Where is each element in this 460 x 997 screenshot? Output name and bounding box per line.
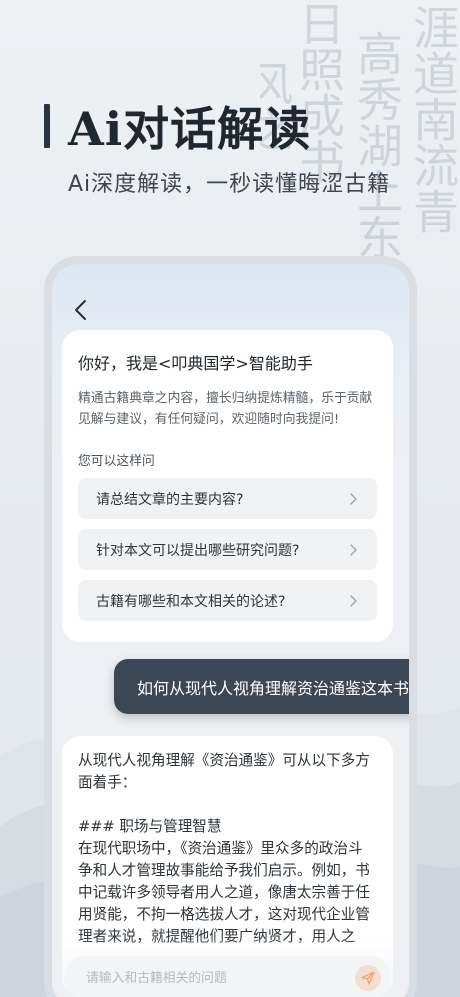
suggestion-summary[interactable]: 请总结文章的主要内容?: [78, 478, 377, 519]
user-message-text: 如何从现代人视角理解资治通鉴这本书: [136, 678, 409, 698]
send-button[interactable]: [355, 965, 381, 991]
chevron-right-icon: [349, 543, 361, 556]
user-message-bubble: 如何从现代人视角理解资治通鉴这本书: [114, 659, 409, 714]
message-input[interactable]: [86, 970, 355, 986]
phone-mockup: 你好，我是<叩典国学>智能助手 精通古籍典章之内容，擅长归纳提炼精髓，乐于贡献见…: [44, 256, 417, 997]
suggestion-label: 针对本文可以提出哪些研究问题?: [96, 542, 300, 559]
hero-title-text: Ai对话解读: [68, 102, 312, 156]
chevron-left-icon: [75, 300, 86, 320]
message-input-bar: [64, 956, 391, 997]
hero-subtitle: Ai深度解读，一秒读懂晦涩古籍: [68, 172, 391, 197]
suggestion-label: 古籍有哪些和本文相关的论述?: [96, 593, 286, 610]
title-accent-bar: [44, 104, 50, 148]
send-icon: [361, 971, 375, 985]
hero-title: Ai对话解读: [44, 96, 311, 156]
chevron-right-icon: [349, 492, 361, 505]
suggestion-label: 请总结文章的主要内容?: [96, 491, 244, 508]
assistant-answer-text: 从现代人视角理解《资治通鉴》可从以下多方面着手： ### 职场与管理智慧 在现代…: [78, 752, 370, 945]
suggestion-research-questions[interactable]: 针对本文可以提出哪些研究问题?: [78, 529, 377, 570]
chevron-right-icon: [349, 594, 361, 607]
assistant-greeting: 你好，我是<叩典国学>智能助手: [78, 354, 313, 373]
assistant-intro: 精通古籍典章之内容，擅长归纳提炼精髓，乐于贡献见解与建议，有任何疑问，欢迎随时向…: [78, 391, 373, 427]
assistant-welcome-card: 你好，我是<叩典国学>智能助手 精通古籍典章之内容，擅长归纳提炼精髓，乐于贡献见…: [62, 330, 393, 642]
suggestion-related-texts[interactable]: 古籍有哪些和本文相关的论述?: [78, 580, 377, 621]
back-button[interactable]: [68, 296, 92, 324]
suggestions-hint: 您可以这样问: [78, 454, 155, 469]
chat-screen: 你好，我是<叩典国学>智能助手 精通古籍典章之内容，擅长归纳提炼精髓，乐于贡献见…: [52, 264, 409, 997]
